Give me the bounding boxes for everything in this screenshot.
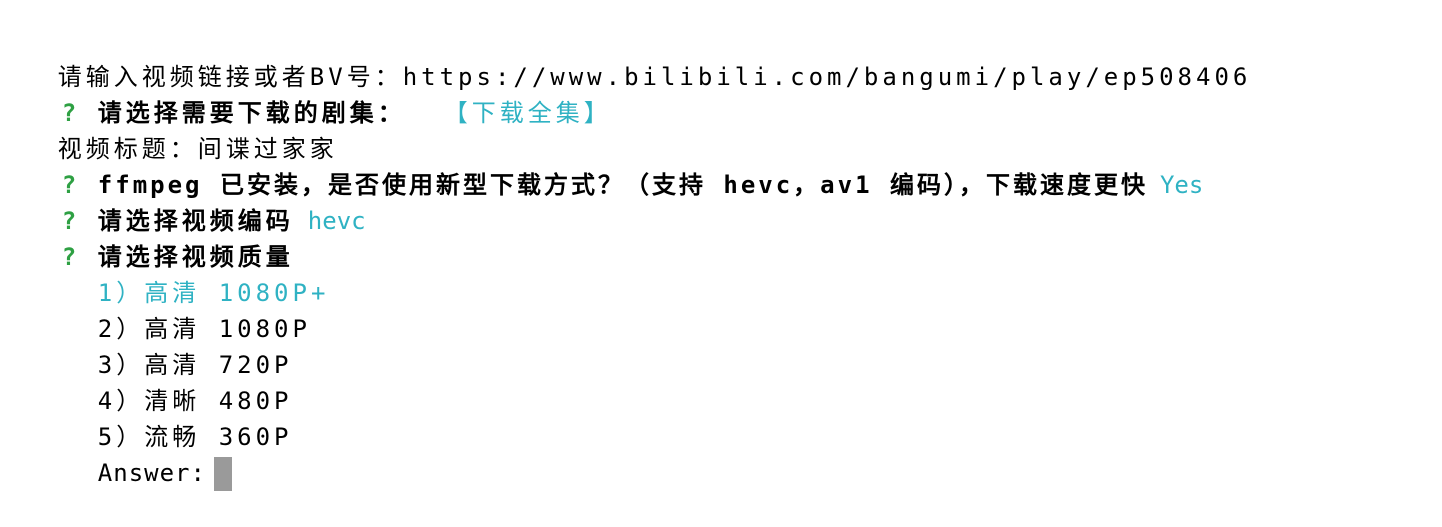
codec-question-line: ? 请选择视频编码 hevc [0, 167, 1442, 235]
quality-option-1[interactable]: 1）高清 1080P+ [0, 239, 1442, 307]
text-cursor[interactable] [213, 457, 232, 491]
quality-option-2[interactable]: 2）高清 1080P [0, 275, 1442, 343]
terminal-window[interactable]: 请输入视频链接或者BV号：https://www.bilibili.com/ba… [0, 0, 1442, 491]
quality-question-line: ? 请选择视频质量 [0, 203, 1442, 271]
episode-question-line: ? 请选择需要下载的剧集： 【下载全集】 [0, 59, 1442, 127]
clipped-top-line [0, 0, 1442, 23]
quality-option-4[interactable]: 4）清晰 480P [0, 347, 1442, 415]
ffmpeg-question-line: ? ffmpeg 已安装，是否使用新型下载方式？（支持 hevc，av1 编码），… [0, 131, 1442, 199]
quality-option-5[interactable]: 5）流畅 360P [0, 383, 1442, 451]
answer-prompt-label: Answer: [97, 459, 206, 487]
answer-input-line[interactable]: Answer: [0, 419, 1442, 491]
bv-input-line: 请输入视频链接或者BV号：https://www.bilibili.com/ba… [0, 23, 1442, 91]
video-title-line: 视频标题：间谍过家家 [0, 95, 1442, 163]
quality-option-3[interactable]: 3）高清 720P [0, 311, 1442, 379]
